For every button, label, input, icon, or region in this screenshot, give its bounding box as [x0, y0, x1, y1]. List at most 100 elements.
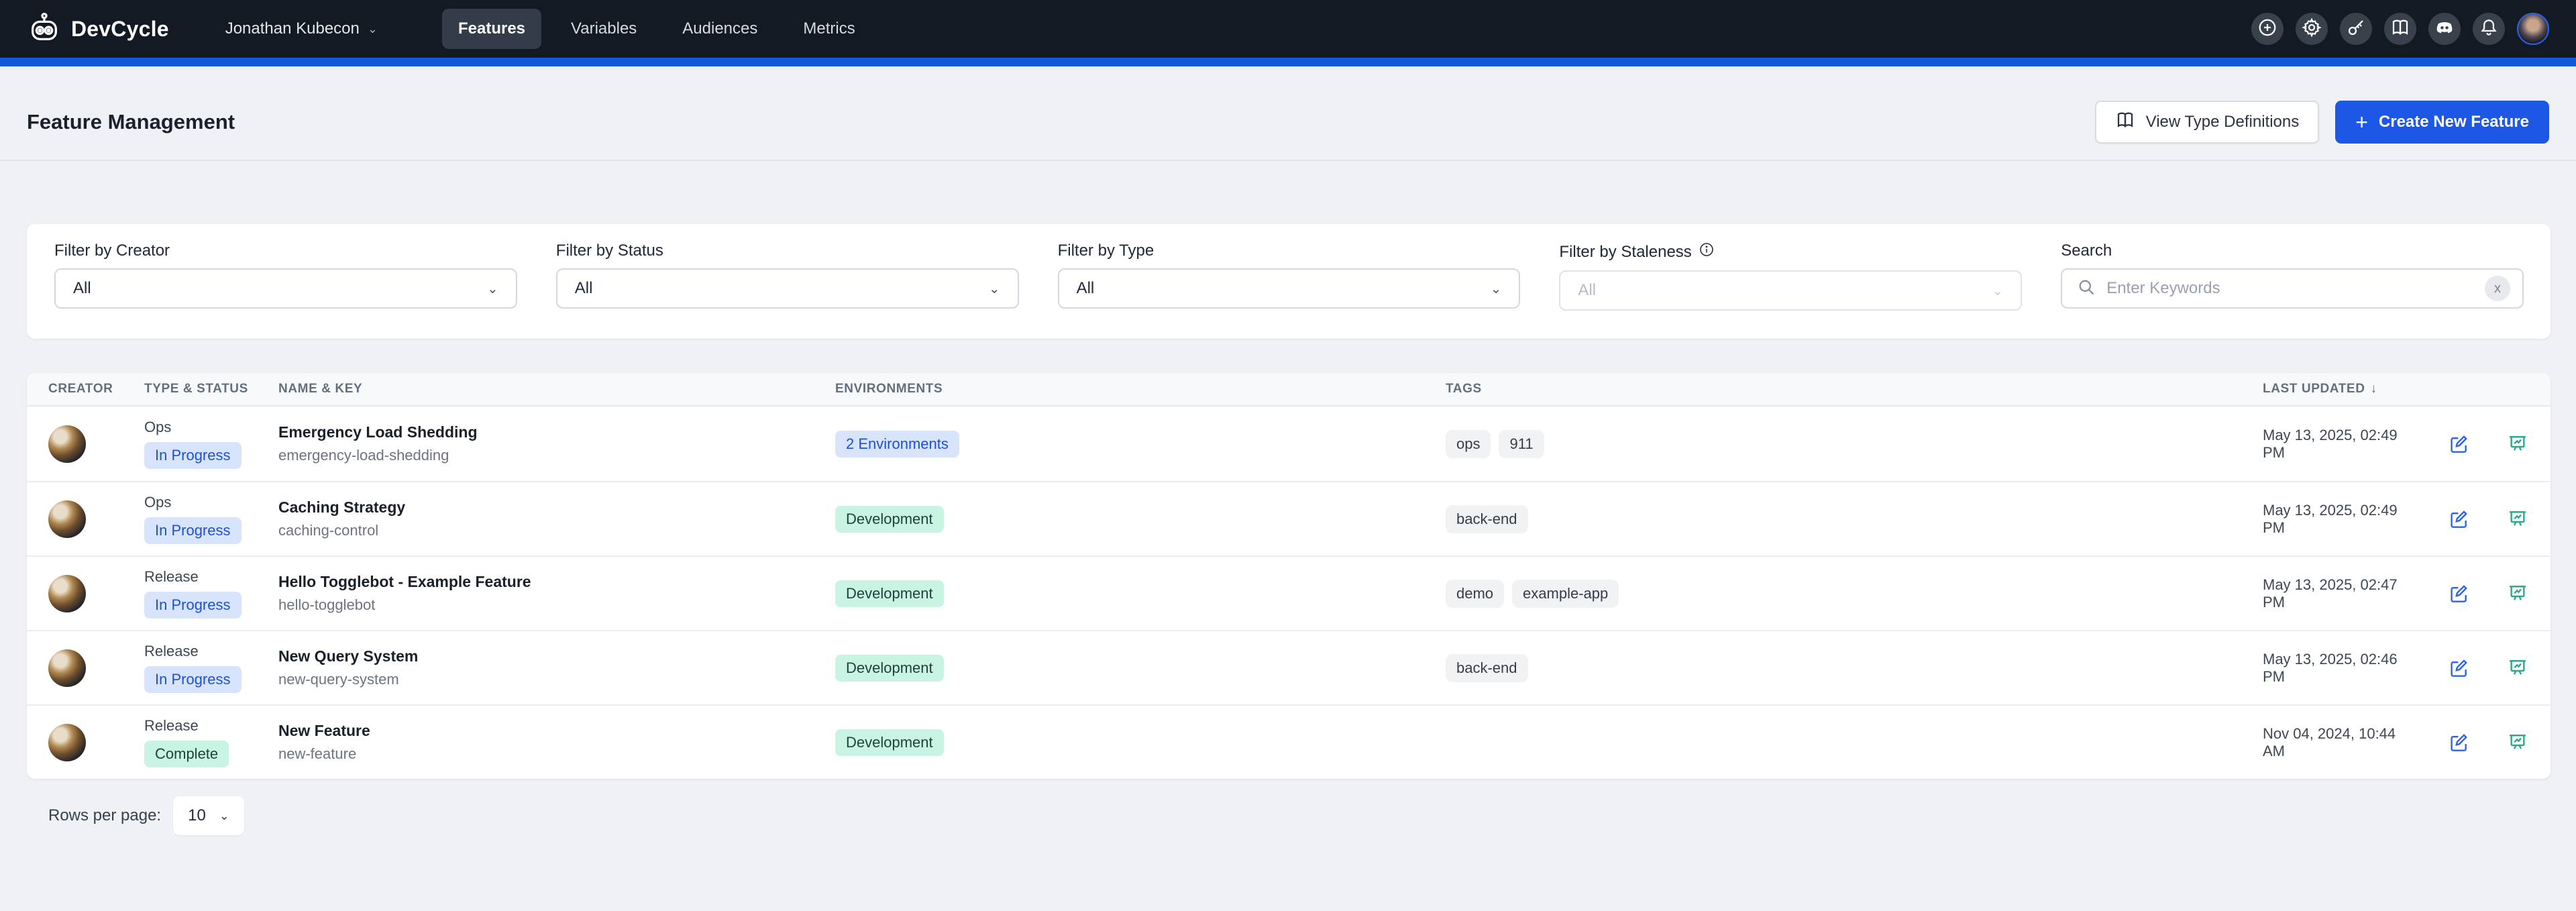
book-icon — [2390, 17, 2410, 41]
feature-key: new-feature — [278, 745, 835, 763]
name-key-cell: Caching Strategy caching-control — [278, 498, 835, 539]
tags-cell: demoexample-app — [1446, 580, 2263, 608]
docs-button[interactable] — [2384, 13, 2416, 45]
nav-tab-variables[interactable]: Variables — [555, 9, 653, 49]
creator-avatar — [48, 649, 86, 687]
filter-status-group: Filter by Status All ⌄ — [556, 242, 1019, 311]
create-new-feature-button[interactable]: + Create New Feature — [2335, 101, 2549, 144]
create-new-feature-label: Create New Feature — [2379, 113, 2529, 131]
last-updated-cell: May 13, 2025, 02:47 PM — [2263, 576, 2528, 611]
page-title: Feature Management — [27, 110, 235, 134]
tags-cell: back-end — [1446, 654, 2263, 682]
notifications-button[interactable] — [2473, 13, 2505, 45]
filter-status-select[interactable]: All ⌄ — [556, 268, 1019, 309]
filter-type-select[interactable]: All ⌄ — [1058, 268, 1521, 309]
last-updated-date: May 13, 2025, 02:46 PM — [2263, 651, 2410, 686]
project-selector[interactable]: Jonathan Kubecon ⌄ — [225, 19, 378, 38]
tag-pill: ops — [1446, 430, 1491, 458]
last-updated-date: May 13, 2025, 02:47 PM — [2263, 576, 2410, 611]
last-updated-cell: May 13, 2025, 02:49 PM — [2263, 502, 2528, 537]
feature-type: Release — [144, 717, 278, 735]
edit-feature-button[interactable] — [2448, 657, 2469, 679]
environments-badge: 2 Environments — [835, 431, 959, 458]
search-icon — [2077, 278, 2096, 300]
edit-feature-button[interactable] — [2448, 583, 2469, 604]
table-row[interactable]: Ops In Progress Emergency Load Shedding … — [27, 407, 2551, 481]
feature-name: Caching Strategy — [278, 498, 835, 517]
key-icon — [2346, 17, 2366, 41]
tag-pill: demo — [1446, 580, 1504, 608]
info-icon[interactable] — [1699, 242, 1715, 262]
clear-search-button[interactable]: x — [2485, 276, 2510, 301]
status-badge: In Progress — [144, 442, 241, 469]
feature-metrics-button[interactable] — [2507, 583, 2528, 604]
filter-creator-select[interactable]: All ⌄ — [54, 268, 517, 309]
nav-tab-features[interactable]: Features — [442, 9, 541, 49]
rows-per-page-value: 10 — [188, 806, 206, 825]
plus-circle-icon — [2257, 17, 2277, 41]
feature-type: Release — [144, 568, 278, 586]
table-header-row: Creator Type & Status Name & Key Environ… — [27, 373, 2551, 407]
environments-cell: Development — [835, 729, 1446, 756]
column-header-type-status: Type & Status — [144, 382, 278, 396]
table-row[interactable]: Ops In Progress Caching Strategy caching… — [27, 481, 2551, 555]
search-group: Search x — [2061, 242, 2524, 311]
feature-metrics-button[interactable] — [2507, 732, 2528, 753]
last-updated-date: May 13, 2025, 02:49 PM — [2263, 502, 2410, 537]
filters-card: Filter by Creator All ⌄ Filter by Status… — [27, 224, 2551, 339]
filter-status-value: All — [575, 279, 593, 298]
user-avatar[interactable] — [2517, 13, 2549, 45]
tag-pill: 911 — [1499, 430, 1544, 458]
creator-avatar — [48, 724, 86, 761]
feature-metrics-button[interactable] — [2507, 657, 2528, 679]
tags-cell: back-end — [1446, 505, 2263, 533]
environments-cell: 2 Environments — [835, 431, 1446, 458]
edit-feature-button[interactable] — [2448, 433, 2469, 455]
column-header-last-updated[interactable]: Last Updated ↓ — [2263, 382, 2524, 396]
add-button[interactable] — [2251, 13, 2284, 45]
edit-feature-button[interactable] — [2448, 732, 2469, 753]
nav-tab-audiences[interactable]: Audiences — [666, 9, 773, 49]
last-updated-date: Nov 04, 2024, 10:44 AM — [2263, 725, 2410, 760]
type-status-cell: Release Complete — [144, 717, 278, 767]
book-icon — [2115, 110, 2135, 135]
environments-cell: Development — [835, 580, 1446, 607]
tags-cell: ops 911 — [1446, 430, 2263, 458]
filter-type-value: All — [1077, 279, 1095, 298]
api-keys-button[interactable] — [2340, 13, 2372, 45]
feature-metrics-button[interactable] — [2507, 433, 2528, 455]
table-row[interactable]: Release Complete New Feature new-feature… — [27, 704, 2551, 779]
last-updated-cell: May 13, 2025, 02:46 PM — [2263, 651, 2528, 686]
nav-tab-metrics[interactable]: Metrics — [787, 9, 871, 49]
filter-creator-value: All — [73, 279, 91, 298]
sort-descending-icon: ↓ — [2371, 382, 2377, 396]
column-header-creator: Creator — [48, 382, 144, 396]
devcycle-logo-icon — [27, 10, 62, 48]
view-type-definitions-button[interactable]: View Type Definitions — [2095, 101, 2320, 144]
creator-cell — [48, 724, 144, 761]
name-key-cell: Hello Togglebot - Example Feature hello-… — [278, 573, 835, 614]
tag-pill: back-end — [1446, 654, 1528, 682]
search-input[interactable] — [2106, 279, 2474, 298]
filter-type-group: Filter by Type All ⌄ — [1058, 242, 1521, 311]
filter-staleness-group: Filter by Staleness All ⌄ — [1559, 242, 2022, 311]
last-updated-label: Last Updated — [2263, 382, 2365, 396]
settings-button[interactable] — [2296, 13, 2328, 45]
brand-name: DevCycle — [71, 17, 169, 42]
edit-feature-button[interactable] — [2448, 508, 2469, 530]
table-row[interactable]: Release In Progress Hello Togglebot - Ex… — [27, 555, 2551, 630]
creator-avatar — [48, 500, 86, 538]
table-row[interactable]: Release In Progress New Query System new… — [27, 630, 2551, 704]
creator-cell — [48, 575, 144, 612]
name-key-cell: Emergency Load Shedding emergency-load-s… — [278, 423, 835, 464]
creator-cell — [48, 500, 144, 538]
feature-metrics-button[interactable] — [2507, 508, 2528, 530]
environments-cell: Development — [835, 655, 1446, 682]
rows-per-page-select[interactable]: 10 ⌄ — [173, 796, 244, 835]
feature-name: New Query System — [278, 647, 835, 665]
feature-type: Release — [144, 643, 278, 660]
discord-button[interactable] — [2428, 13, 2461, 45]
top-navbar: DevCycle Jonathan Kubecon ⌄ Features Var… — [0, 0, 2576, 58]
brand[interactable]: DevCycle — [27, 10, 169, 48]
filter-staleness-value: All — [1578, 281, 1596, 300]
